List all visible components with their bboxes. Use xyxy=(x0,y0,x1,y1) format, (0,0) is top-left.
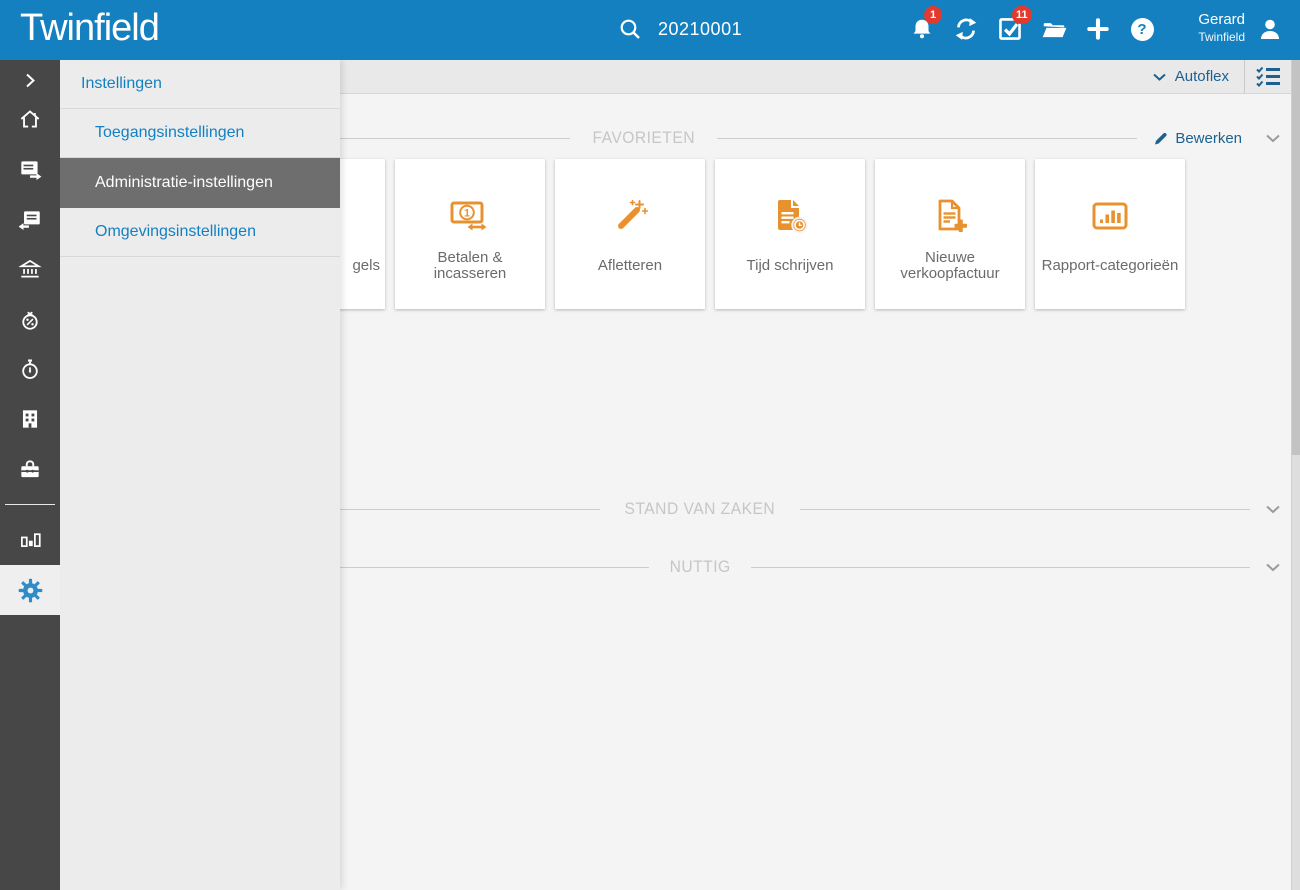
favorite-tile-afletteren[interactable]: Afletteren xyxy=(555,159,705,309)
menu-item-administratie-instellingen[interactable]: Administratie-instellingen xyxy=(60,158,340,208)
document-in-icon xyxy=(17,206,43,232)
notifications-button[interactable]: 1 xyxy=(908,14,936,44)
menu-header-label: Instellingen xyxy=(81,75,162,93)
checklist-icon xyxy=(1256,65,1281,88)
bar-chart-icon xyxy=(17,525,43,551)
favorites-title: FAVORIETEN xyxy=(592,128,695,148)
collapse-chevron-icon[interactable] xyxy=(1266,505,1280,514)
sidebar-item-home[interactable] xyxy=(0,99,60,139)
favorite-tile-betalen-incasseren[interactable]: 1 Betalen & incasseren xyxy=(395,159,545,309)
plus-icon xyxy=(1085,16,1111,42)
tile-label: Nieuwe verkoopfactuur xyxy=(875,247,1025,285)
tile-label: Betalen & incasseren xyxy=(395,247,545,285)
app-window: Autoflex FAVORIETEN Bewerken xyxy=(0,0,1300,890)
menu-item-label: Administratie-instellingen xyxy=(95,174,273,192)
add-button[interactable] xyxy=(1084,14,1112,44)
checklist-button[interactable] xyxy=(1256,65,1281,88)
sidebar-item-company[interactable] xyxy=(0,399,60,439)
sync-icon xyxy=(953,16,979,42)
scrollbar-thumb[interactable] xyxy=(1292,60,1300,455)
twinfield-logo[interactable]: Twinfield xyxy=(20,7,159,50)
status-title: STAND VAN ZAKEN xyxy=(625,499,776,519)
help-icon: ? xyxy=(1131,18,1154,41)
chart-panel-icon xyxy=(1091,201,1129,231)
home-icon xyxy=(17,106,43,132)
collapse-chevron-icon[interactable] xyxy=(1266,134,1280,143)
user-icon xyxy=(1256,15,1284,43)
magic-wand-icon xyxy=(612,198,648,234)
menu-item-label: Toegangsinstellingen xyxy=(95,124,244,142)
autoflex-label: Autoflex xyxy=(1175,68,1229,85)
user-organisation: Twinfield xyxy=(1198,29,1245,46)
favorite-tile-nieuwe-verkoopfactuur[interactable]: Nieuwe verkoopfactuur xyxy=(875,159,1025,309)
user-avatar-button[interactable] xyxy=(1256,15,1284,43)
divider-line xyxy=(717,138,1137,139)
sidebar-item-time[interactable] xyxy=(0,349,60,389)
divider-line xyxy=(800,509,1250,510)
settings-flyout-menu: Instellingen Toegangsinstellingen Admini… xyxy=(60,60,340,890)
tasks-button[interactable]: 11 xyxy=(996,14,1024,44)
percent-pouch-icon xyxy=(17,306,43,332)
tile-label: Rapport-categorieën xyxy=(1035,247,1185,285)
sidebar xyxy=(0,60,60,890)
chevron-down-icon xyxy=(1153,73,1166,81)
search-icon[interactable] xyxy=(618,17,642,41)
sidebar-item-bank[interactable] xyxy=(0,249,60,289)
folder-open-icon xyxy=(1040,16,1068,42)
document-out-icon xyxy=(17,156,43,182)
document-clock-icon xyxy=(771,198,809,234)
toolbar-divider xyxy=(1244,60,1245,93)
sidebar-expand-button[interactable] xyxy=(0,60,60,100)
sidebar-item-vat[interactable] xyxy=(0,299,60,339)
svg-text:1: 1 xyxy=(464,208,470,220)
money-transfer-icon: 1 xyxy=(449,200,491,232)
task-count-badge: 11 xyxy=(1012,6,1032,24)
chevron-right-icon xyxy=(18,68,42,92)
stopwatch-icon xyxy=(17,356,43,382)
collapse-chevron-icon[interactable] xyxy=(1266,563,1280,572)
tile-label: Tijd schrijven xyxy=(715,247,865,285)
user-name: Gerard xyxy=(1198,10,1245,29)
bank-icon xyxy=(17,256,43,282)
sidebar-item-toolbox[interactable] xyxy=(0,449,60,489)
search-input[interactable]: 20210001 xyxy=(658,19,742,40)
useful-title: NUTTIG xyxy=(670,557,731,577)
pencil-icon xyxy=(1153,131,1168,146)
files-button[interactable] xyxy=(1040,14,1068,44)
menu-item-toegangsinstellingen[interactable]: Toegangsinstellingen xyxy=(60,109,340,158)
tile-label: Afletteren xyxy=(555,247,705,285)
notification-count-badge: 1 xyxy=(924,6,942,24)
menu-header-instellingen[interactable]: Instellingen xyxy=(60,60,340,109)
vertical-scrollbar[interactable] xyxy=(1291,60,1300,890)
user-menu[interactable]: Gerard Twinfield xyxy=(1198,10,1245,46)
toolbox-icon xyxy=(17,456,43,482)
sidebar-divider xyxy=(5,504,55,505)
favorite-tile-rapport-categorieen[interactable]: Rapport-categorieën xyxy=(1035,159,1185,309)
sidebar-item-settings-active[interactable] xyxy=(0,565,60,615)
sidebar-item-purchase-invoices[interactable] xyxy=(0,199,60,239)
gear-icon xyxy=(17,577,44,604)
autoflex-dropdown[interactable]: Autoflex xyxy=(1153,68,1229,85)
sidebar-item-reports[interactable] xyxy=(0,518,60,558)
sidebar-item-sales-invoices[interactable] xyxy=(0,149,60,189)
divider-line xyxy=(751,567,1250,568)
edit-button[interactable]: Bewerken xyxy=(1153,130,1242,147)
top-navigation-bar: Twinfield 20210001 1 xyxy=(0,0,1300,60)
favorite-tile-tijd-schrijven[interactable]: Tijd schrijven xyxy=(715,159,865,309)
document-plus-icon xyxy=(931,198,969,234)
sync-button[interactable] xyxy=(952,14,980,44)
menu-item-omgevingsinstellingen[interactable]: Omgevingsinstellingen xyxy=(60,208,340,257)
building-icon xyxy=(17,406,43,432)
help-button[interactable]: ? xyxy=(1128,14,1156,44)
menu-item-label: Omgevingsinstellingen xyxy=(95,223,256,241)
edit-label: Bewerken xyxy=(1175,130,1242,147)
